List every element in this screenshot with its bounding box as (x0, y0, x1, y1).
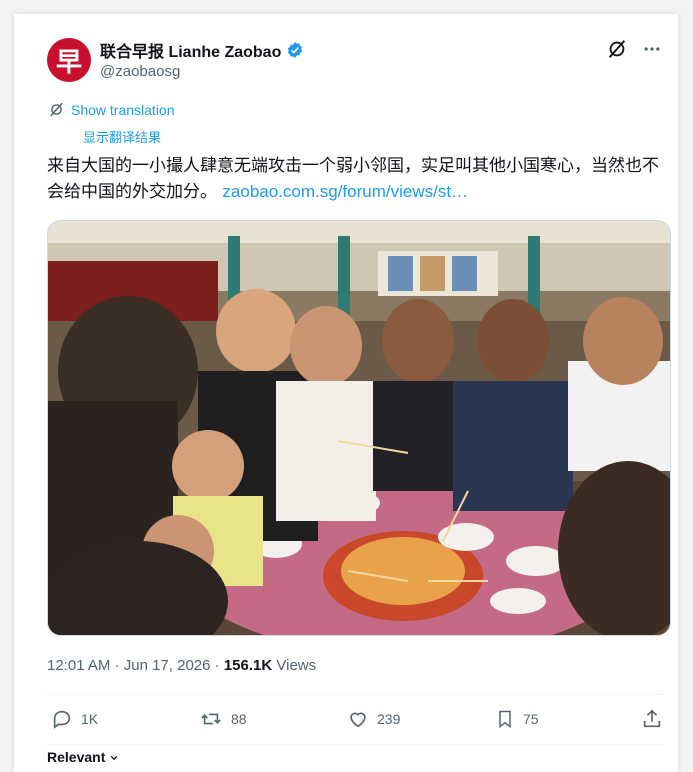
reply-icon (53, 710, 71, 729)
top-actions (606, 38, 662, 60)
verified-badge-icon (288, 42, 303, 58)
tweet-link[interactable]: zaobao.com.sg/forum/views/st… (222, 182, 468, 201)
show-translation[interactable]: Show translation (48, 101, 175, 118)
retweet-button[interactable]: 88 (199, 708, 247, 730)
tweet-text: 来自大国的一小撮人肆意无端攻击一个弱小邻国，实足叫其他小国寒心，当然也不会给中国… (47, 153, 673, 205)
like-icon (350, 712, 366, 728)
translate-icon (50, 102, 63, 117)
reply-button[interactable]: 1K (51, 708, 98, 730)
like-count: 239 (377, 711, 401, 727)
divider-top (47, 694, 662, 695)
more-icon[interactable] (642, 39, 662, 59)
photo-scene (48, 221, 670, 635)
avatar-glyph: 早 (55, 47, 82, 78)
author-name-row: 联合早报 Lianhe Zaobao (100, 38, 304, 62)
tweet-date[interactable]: Jun 17, 2026 (124, 657, 211, 674)
retweet-icon (201, 713, 221, 725)
bookmark-button[interactable]: 75 (495, 708, 539, 730)
meta-separator-2: · (214, 657, 220, 674)
retweet-count: 88 (231, 711, 247, 727)
avatar[interactable]: 早 (47, 38, 91, 82)
tweet-time[interactable]: 12:01 AM (47, 657, 110, 674)
relevant-sort[interactable]: Relevant (47, 749, 119, 765)
views-count: 156.1K (223, 657, 273, 674)
show-translation-link[interactable]: Show translation (71, 102, 175, 118)
chevron-down-icon (110, 756, 118, 761)
handle[interactable]: @zaobaosg (100, 63, 180, 80)
tweet-card: 早 联合早报 Lianhe Zaobao @zaobaosg Show tran… (14, 14, 678, 772)
share-button[interactable] (641, 708, 663, 730)
action-bar: 1K 88 239 75 (47, 708, 669, 736)
like-button[interactable]: 239 (347, 708, 400, 730)
divider-bottom (47, 744, 662, 745)
meta-separator: · (114, 657, 120, 674)
relevant-label: Relevant (47, 749, 106, 765)
display-name[interactable]: 联合早报 Lianhe Zaobao (100, 38, 281, 62)
share-icon (643, 709, 661, 728)
translation-sub-link[interactable]: 显示翻译结果 (83, 127, 161, 146)
grok-icon[interactable] (606, 38, 628, 60)
views-label: Views (276, 657, 317, 674)
bookmark-count: 75 (523, 711, 539, 727)
tweet-photo[interactable] (47, 220, 671, 636)
tweet-meta: 12:01 AM · Jun 17, 2026 · 156.1K Views (47, 657, 316, 674)
bookmark-icon (499, 710, 511, 728)
reply-count: 1K (81, 711, 99, 727)
